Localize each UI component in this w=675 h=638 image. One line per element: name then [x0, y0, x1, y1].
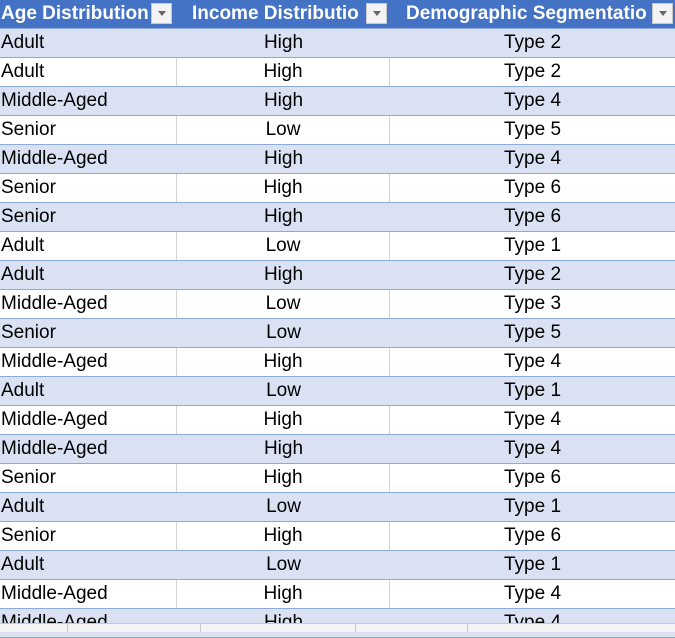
cell-age[interactable]: Adult [0, 29, 177, 57]
cell-income[interactable]: High [177, 435, 390, 463]
filter-dropdown-icon[interactable] [652, 3, 673, 24]
cell-segment[interactable]: Type 4 [390, 435, 675, 463]
cell-income[interactable]: High [177, 464, 390, 492]
cell-income[interactable]: Low [177, 232, 390, 260]
cell-age[interactable]: Adult [0, 261, 177, 289]
cell-income[interactable]: High [177, 406, 390, 434]
cell-income[interactable]: Low [177, 551, 390, 579]
table-row: Senior High Type 6 [0, 203, 675, 232]
cell-age[interactable]: Senior [0, 116, 177, 144]
cell-income[interactable]: Low [177, 493, 390, 521]
cell-income[interactable]: High [177, 348, 390, 376]
cell-age[interactable]: Middle-Aged [0, 435, 177, 463]
table-row: Adult Low Type 1 [0, 493, 675, 522]
table-row: Adult High Type 2 [0, 58, 675, 87]
cell-segment[interactable]: Type 3 [390, 290, 675, 318]
cell-age[interactable]: Middle-Aged [0, 406, 177, 434]
table-row: Adult Low Type 1 [0, 232, 675, 261]
cell-income[interactable]: High [177, 145, 390, 173]
cell-income[interactable]: High [177, 174, 390, 202]
cell-income[interactable]: High [177, 58, 390, 86]
cell-segment[interactable]: Type 4 [390, 87, 675, 115]
cell-segment[interactable]: Type 6 [390, 464, 675, 492]
cell-income[interactable]: High [177, 261, 390, 289]
cell-age[interactable]: Middle-Aged [0, 145, 177, 173]
cell-age[interactable]: Middle-Aged [0, 580, 177, 608]
cell-income[interactable]: High [177, 203, 390, 231]
header-income-distribution[interactable]: Income Distributio [177, 0, 390, 28]
cell-income[interactable]: High [177, 29, 390, 57]
table-row: Middle-AgedHighType 4 [0, 580, 675, 609]
cell-segment[interactable]: Type 5 [390, 319, 675, 347]
cell-income[interactable]: Low [177, 377, 390, 405]
cell-segment[interactable]: Type 1 [390, 493, 675, 521]
cell-age[interactable]: Middle-Aged [0, 290, 177, 318]
cell-age[interactable]: Adult [0, 377, 177, 405]
table-row: Adult Low Type 1 [0, 551, 675, 580]
cell-segment[interactable]: Type 2 [390, 58, 675, 86]
cell-age[interactable]: Adult [0, 551, 177, 579]
cell-age[interactable]: Senior [0, 174, 177, 202]
cell-age[interactable]: Senior [0, 464, 177, 492]
table-row: Middle-AgedHighType 4 [0, 435, 675, 464]
cell-age[interactable]: Middle-Aged [0, 87, 177, 115]
cell-segment[interactable]: Type 2 [390, 261, 675, 289]
cell-age[interactable]: Senior [0, 319, 177, 347]
cell-segment[interactable]: Type 6 [390, 203, 675, 231]
cell-segment[interactable]: Type 4 [390, 145, 675, 173]
table-row: Adult Low Type 1 [0, 377, 675, 406]
table-row: Senior Low Type 5 [0, 319, 675, 348]
header-demographic-segmentation[interactable]: Demographic Segmentatio [390, 0, 675, 28]
cell-segment[interactable]: Type 4 [390, 348, 675, 376]
cell-income[interactable]: Low [177, 290, 390, 318]
table-row: Senior High Type 6 [0, 464, 675, 493]
cell-segment[interactable]: Type 6 [390, 522, 675, 550]
header-label: Income Distributio [192, 3, 359, 24]
cell-segment[interactable]: Type 2 [390, 29, 675, 57]
cell-income[interactable]: High [177, 580, 390, 608]
table-row: Senior High Type 6 [0, 174, 675, 203]
cell-segment[interactable]: Type 1 [390, 232, 675, 260]
table-row: Middle-AgedHighType 4 [0, 87, 675, 116]
cell-age[interactable]: Senior [0, 203, 177, 231]
data-table: Age Distribution Income Distributio Demo… [0, 0, 675, 638]
table-row: Middle-AgedHighType 4 [0, 145, 675, 174]
table-row: Middle-Aged Low Type 3 [0, 290, 675, 319]
cell-age[interactable]: Senior [0, 522, 177, 550]
cell-segment[interactable]: Type 1 [390, 377, 675, 405]
table-row: Adult High Type 2 [0, 261, 675, 290]
table-row: Middle-AgedHighType 4 [0, 348, 675, 377]
cell-segment[interactable]: Type 6 [390, 174, 675, 202]
cell-segment[interactable]: Type 1 [390, 551, 675, 579]
cell-segment[interactable]: Type 4 [390, 580, 675, 608]
header-label: Age Distribution [1, 3, 149, 24]
filter-dropdown-icon[interactable] [151, 3, 172, 24]
cell-age[interactable]: Middle-Aged [0, 348, 177, 376]
table-row: Middle-AgedHighType 4 [0, 406, 675, 435]
header-label: Demographic Segmentatio [406, 3, 647, 24]
cell-age[interactable]: Adult [0, 493, 177, 521]
table-row: Senior Low Type 5 [0, 116, 675, 145]
cell-age[interactable]: Adult [0, 58, 177, 86]
cell-age[interactable]: Adult [0, 232, 177, 260]
cell-segment[interactable]: Type 4 [390, 406, 675, 434]
cell-income[interactable]: Low [177, 319, 390, 347]
header-age-distribution[interactable]: Age Distribution [0, 0, 177, 28]
table-row: Senior High Type 6 [0, 522, 675, 551]
filter-dropdown-icon[interactable] [366, 3, 387, 24]
cell-income[interactable]: High [177, 87, 390, 115]
cell-income[interactable]: High [177, 522, 390, 550]
table-row: Adult High Type 2 [0, 29, 675, 58]
header-row: Age Distribution Income Distributio Demo… [0, 0, 675, 29]
cell-income[interactable]: Low [177, 116, 390, 144]
cell-segment[interactable]: Type 5 [390, 116, 675, 144]
